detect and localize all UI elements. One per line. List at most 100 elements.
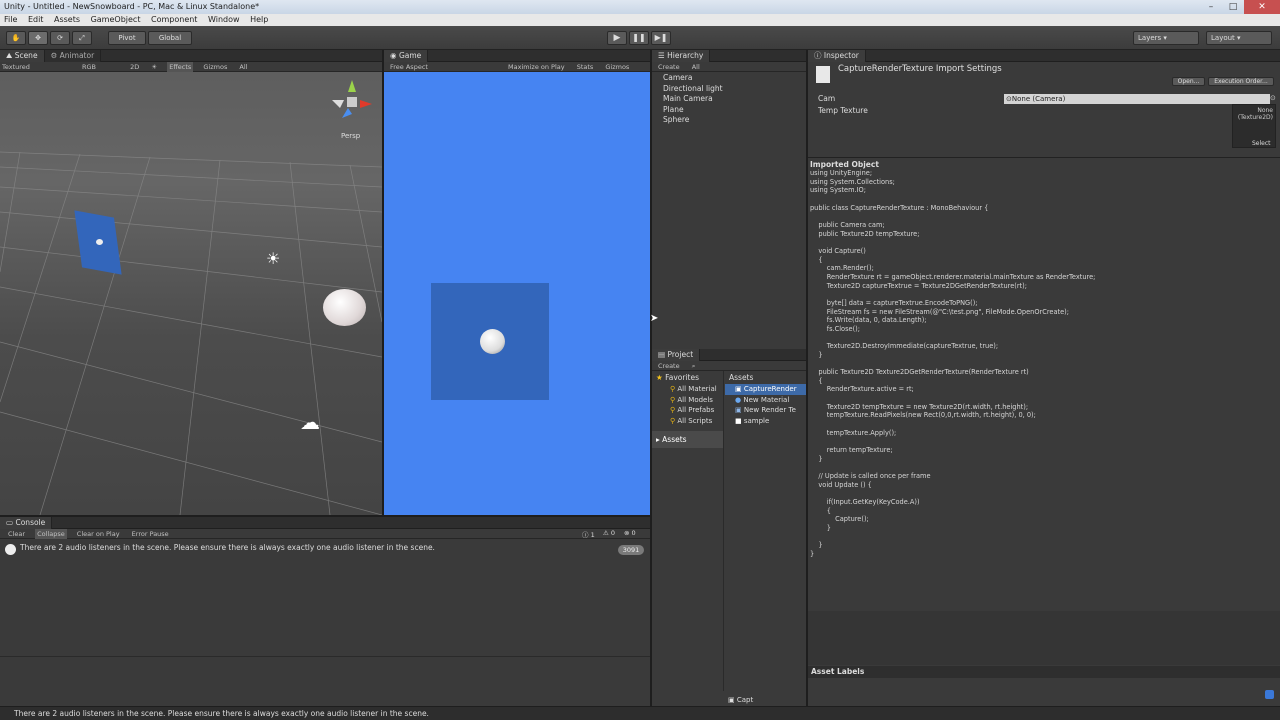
preview-area xyxy=(808,611,1280,665)
main-toolbar: ✋ ✥ ⟳ ⤢ Pivot Global ▶ ❚❚ ▶❚ Layers ▾ La… xyxy=(0,26,1280,50)
maximize-toggle[interactable]: Maximize on Play xyxy=(506,62,567,72)
project-create-dropdown[interactable]: Create xyxy=(656,361,682,371)
select-button[interactable]: Select xyxy=(1252,140,1271,147)
console-toolbar: Clear Collapse Clear on Play Error Pause xyxy=(0,529,650,539)
play-button-icon[interactable]: ▶ xyxy=(607,31,627,45)
tab-animator[interactable]: ⚙ Animator xyxy=(44,50,102,62)
shading-dropdown[interactable]: Textured xyxy=(0,62,32,72)
tab-console[interactable]: ▭ Console xyxy=(0,517,53,529)
clear-button[interactable]: Clear xyxy=(6,529,27,539)
tab-hierarchy[interactable]: ☰ Hierarchy xyxy=(652,50,711,62)
hierarchy-item[interactable]: Main Camera xyxy=(652,94,806,105)
script-file-icon xyxy=(816,66,830,83)
asset-item[interactable]: ▣ New Render Te xyxy=(725,405,806,416)
menu-edit[interactable]: Edit xyxy=(24,14,48,26)
favorite-item[interactable]: ⚲ All Scripts xyxy=(652,416,723,427)
minimize-button[interactable]: – xyxy=(1200,0,1222,14)
layers-dropdown[interactable]: Layers ▾ xyxy=(1133,31,1199,45)
close-button[interactable]: ✕ xyxy=(1244,0,1280,14)
inspector-tabstrip: ⓘ Inspector xyxy=(808,50,1280,62)
hierarchy-item[interactable]: Sphere xyxy=(652,115,806,126)
favorite-item[interactable]: ⚲ All Material xyxy=(652,384,723,395)
sphere-object[interactable] xyxy=(323,289,366,326)
render-mode-dropdown[interactable]: RGB xyxy=(80,62,98,72)
status-message[interactable]: There are 2 audio listeners in the scene… xyxy=(0,707,1280,720)
tab-game[interactable]: ◉ Game xyxy=(384,50,429,62)
clear-on-play-toggle[interactable]: Clear on Play xyxy=(75,529,122,539)
favorite-item[interactable]: ⚲ All Prefabs xyxy=(652,405,723,416)
step-button-icon[interactable]: ▶❚ xyxy=(651,31,671,45)
code-preview: Imported Object using UnityEngine; using… xyxy=(808,158,1280,610)
menu-gameobject[interactable]: GameObject xyxy=(87,14,145,26)
inspector-title: CaptureRenderTexture Import Settings xyxy=(838,64,1002,74)
favorites-header[interactable]: ★ Favorites xyxy=(652,371,723,384)
lighting-icon[interactable]: ☀ xyxy=(149,62,159,72)
scene-viewport[interactable]: ☀ ☁ Persp xyxy=(0,72,382,515)
warning-count[interactable]: ⚠ 0 xyxy=(603,529,615,537)
assets-header: Assets xyxy=(729,373,754,382)
project-footer-item[interactable]: ▣ Capt xyxy=(728,696,753,704)
error-count[interactable]: ⊗ 0 xyxy=(624,529,636,537)
open-button[interactable]: Open... xyxy=(1172,77,1205,86)
rotate-tool-icon[interactable]: ⟳ xyxy=(50,31,70,45)
hand-tool-icon[interactable]: ✋ xyxy=(6,31,26,45)
pause-button-icon[interactable]: ❚❚ xyxy=(629,31,649,45)
asset-item[interactable]: ■ sample xyxy=(725,416,806,427)
assets-folder[interactable]: ▸ Assets xyxy=(652,431,723,448)
layout-dropdown[interactable]: Layout ▾ xyxy=(1206,31,1272,45)
gizmos-dropdown[interactable]: Gizmos xyxy=(201,62,229,72)
mode-2d-toggle[interactable]: 2D xyxy=(128,62,141,72)
status-bar: There are 2 audio listeners in the scene… xyxy=(0,706,1280,720)
temp-texture-label: Temp Texture xyxy=(818,106,868,115)
asset-item[interactable]: ● New Material xyxy=(725,395,806,406)
hierarchy-search[interactable]: All xyxy=(690,62,702,72)
menu-file[interactable]: File xyxy=(0,14,21,26)
hierarchy-item[interactable]: Camera xyxy=(652,73,806,84)
scale-tool-icon[interactable]: ⤢ xyxy=(72,31,92,45)
asset-item[interactable]: ▣ CaptureRender xyxy=(725,384,806,395)
orientation-gizmo-icon[interactable] xyxy=(330,78,374,128)
project-search-icon[interactable]: ⌕ xyxy=(690,361,698,371)
log-count[interactable]: ⓘ 1 xyxy=(582,529,595,539)
menu-help[interactable]: Help xyxy=(246,14,272,26)
window-title: Unity - Untitled - NewSnowboard - PC, Ma… xyxy=(0,0,1280,14)
maximize-button[interactable]: □ xyxy=(1222,0,1244,14)
menu-component[interactable]: Component xyxy=(147,14,201,26)
stats-toggle[interactable]: Stats xyxy=(575,62,596,72)
tab-project[interactable]: ▤ Project xyxy=(652,349,701,361)
menu-bar: File Edit Assets GameObject Component Wi… xyxy=(0,14,1280,26)
info-icon xyxy=(5,544,16,555)
message-count-badge: 3091 xyxy=(618,545,644,555)
effects-dropdown[interactable]: Effects xyxy=(167,62,194,72)
scene-tabstrip: ⛰ Scene ⚙ Animator xyxy=(0,50,382,62)
move-tool-icon[interactable]: ✥ xyxy=(28,31,48,45)
game-viewport[interactable] xyxy=(384,72,650,515)
asset-labels-header: Asset Labels xyxy=(808,666,1280,678)
label-tag-icon[interactable] xyxy=(1265,690,1274,699)
scene-grid xyxy=(0,151,382,515)
hierarchy-item[interactable]: Plane xyxy=(652,105,806,116)
global-toggle[interactable]: Global xyxy=(148,31,192,45)
menu-window[interactable]: Window xyxy=(204,14,244,26)
collapse-toggle[interactable]: Collapse xyxy=(35,529,67,539)
game-controlbar: Free Aspect Maximize on Play Stats Gizmo… xyxy=(384,62,650,72)
gizmos-toggle[interactable]: Gizmos xyxy=(603,62,631,72)
pivot-toggle[interactable]: Pivot xyxy=(108,31,146,45)
camera-gizmo-icon[interactable]: ☁ xyxy=(300,410,320,434)
project-tabstrip: ▤ Project xyxy=(652,349,806,361)
console-message[interactable]: There are 2 audio listeners in the scene… xyxy=(20,543,435,552)
error-pause-toggle[interactable]: Error Pause xyxy=(130,529,171,539)
aspect-dropdown[interactable]: Free Aspect xyxy=(388,62,430,72)
execution-order-button[interactable]: Execution Order... xyxy=(1208,77,1274,86)
tab-scene[interactable]: ⛰ Scene xyxy=(0,50,45,62)
tab-inspector[interactable]: ⓘ Inspector xyxy=(808,50,866,62)
favorite-item[interactable]: ⚲ All Models xyxy=(652,395,723,406)
persp-label[interactable]: Persp xyxy=(341,132,360,140)
cam-field-input[interactable]: ⊙None (Camera) xyxy=(1004,94,1270,104)
object-picker-icon[interactable]: ⊙ xyxy=(1270,94,1276,102)
hierarchy-item[interactable]: Directional light xyxy=(652,84,806,95)
scene-search[interactable]: All xyxy=(237,62,249,72)
light-gizmo-icon[interactable]: ☀ xyxy=(266,249,280,268)
hierarchy-create-dropdown[interactable]: Create xyxy=(656,62,682,72)
menu-assets[interactable]: Assets xyxy=(50,14,84,26)
